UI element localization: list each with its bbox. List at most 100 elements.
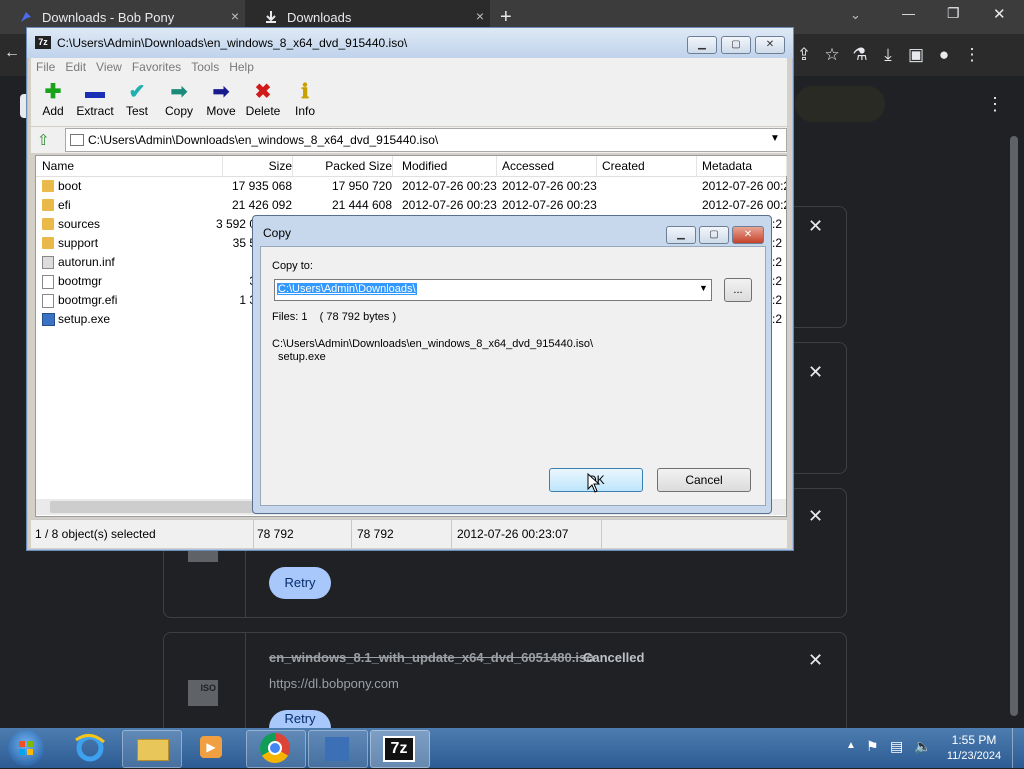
download-url[interactable]: https://dl.bobpony.com (269, 676, 399, 691)
7zip-icon[interactable]: 7z (370, 730, 430, 768)
menu-view[interactable]: View (91, 58, 127, 76)
menu-help[interactable]: Help (224, 58, 259, 76)
media-player-icon[interactable]: ▶ (188, 732, 236, 764)
add-icon: ✚ (44, 81, 62, 103)
window-restore-button[interactable]: ❐ (947, 5, 960, 22)
extract-button[interactable]: ▬ Extract (73, 80, 117, 118)
scrollbar-thumb[interactable] (1010, 136, 1018, 716)
clock-date[interactable]: 11/23/2024 (944, 750, 1004, 762)
menu-icon[interactable]: ⋮ (958, 45, 986, 65)
folder-icon (42, 180, 54, 192)
download-filename[interactable]: en_windows_8.1_with_update_x64_dvd_60514… (269, 650, 594, 665)
path-text: C:\Users\Admin\Downloads\en_windows_8_x6… (88, 133, 439, 147)
dialog-minimize-button[interactable]: ▁ (666, 226, 696, 244)
tab-close-icon[interactable]: × (476, 8, 484, 24)
path-dropdown-icon[interactable]: ▼ (770, 133, 780, 144)
destination-path-value: C:\Users\Admin\Downloads\ (277, 283, 417, 295)
test-icon: ✔ (128, 81, 146, 103)
remove-download-icon[interactable]: ✕ (808, 506, 823, 527)
more-actions-icon[interactable]: ⋮ (986, 94, 1004, 115)
download-status: Cancelled (583, 650, 645, 665)
files-info: Files: 1 ( 78 792 bytes ) (272, 311, 397, 323)
star-icon[interactable]: ☆ (818, 45, 846, 65)
list-header: Name Size Packed Size Modified Accessed … (36, 156, 787, 177)
chrome-icon[interactable] (246, 730, 306, 768)
col-name[interactable]: Name (42, 156, 223, 176)
dialog-maximize-button[interactable]: ▢ (699, 226, 729, 244)
col-accessed[interactable]: Accessed (502, 156, 597, 176)
explorer-icon[interactable] (122, 730, 182, 768)
search-downloads-field[interactable] (795, 86, 885, 122)
delete-icon: ✖ (254, 81, 272, 103)
col-size[interactable]: Size (226, 156, 293, 176)
browse-button[interactable]: ... (724, 278, 752, 302)
file-icon (42, 294, 54, 308)
delete-button[interactable]: ✖ Delete (241, 80, 285, 118)
labs-icon[interactable]: ⚗ (846, 45, 874, 65)
cancel-button[interactable]: Cancel (657, 468, 751, 492)
menu-tools[interactable]: Tools (186, 58, 224, 76)
selected-size: 78 792 (257, 527, 294, 541)
remove-download-icon[interactable]: ✕ (808, 362, 823, 383)
col-created[interactable]: Created (602, 156, 697, 176)
action-center-flag-icon[interactable]: ⚑ (866, 738, 879, 755)
up-folder-icon[interactable]: ⇧ (37, 131, 55, 149)
new-tab-button[interactable]: + (500, 6, 512, 29)
add-button[interactable]: ✚ Add (31, 80, 75, 118)
clock-time[interactable]: 1:55 PM (944, 733, 1004, 747)
windows-taskbar: ▶ 7z ▲ ⚑ ▤ 🔈 1:55 PM 11/23/2024 (0, 728, 1024, 768)
folder-icon (42, 218, 54, 230)
back-icon[interactable]: ← (4, 44, 20, 62)
scrollbar-thumb[interactable] (50, 501, 260, 513)
address-bar: ⇧ C:\Users\Admin\Downloads\en_windows_8_… (31, 127, 787, 153)
close-button[interactable]: ✕ (755, 36, 785, 54)
minimize-button[interactable]: ▁ (687, 36, 717, 54)
move-button[interactable]: ➡ Move (199, 80, 243, 118)
7zip-titlebar[interactable]: 7z C:\Users\Admin\Downloads\en_windows_8… (27, 28, 793, 58)
menu-favorites[interactable]: Favorites (127, 58, 186, 76)
dialog-close-button[interactable]: ✕ (732, 226, 764, 244)
destination-path-combobox[interactable]: C:\Users\Admin\Downloads\ ▼ (274, 279, 712, 301)
show-desktop-button[interactable] (1012, 728, 1024, 768)
remove-download-icon[interactable]: ✕ (808, 650, 823, 671)
network-icon[interactable]: ▤ (890, 738, 903, 755)
start-button[interactable] (8, 730, 44, 766)
page-scrollbar[interactable] (1008, 136, 1020, 726)
tab-title: Downloads (287, 9, 352, 25)
download-icon[interactable]: ⤓ (874, 45, 902, 65)
volume-muted-icon[interactable]: 🔈 (914, 738, 931, 755)
window-close-button[interactable]: ✕ (993, 5, 1006, 23)
tray-expand-icon[interactable]: ▲ (846, 740, 856, 751)
dialog-title: Copy (263, 226, 292, 240)
installer-icon[interactable] (308, 730, 368, 768)
test-button[interactable]: ✔ Test (115, 80, 159, 118)
bob-pony-favicon-icon (18, 9, 34, 25)
remove-download-icon[interactable]: ✕ (808, 216, 823, 237)
col-modified[interactable]: Modified (402, 156, 497, 176)
window-minimize-button[interactable]: — (902, 6, 915, 21)
tab-search-icon[interactable]: ⌄ (850, 7, 861, 23)
move-icon: ➡ (212, 81, 230, 103)
destination-dropdown-icon[interactable]: ▼ (699, 283, 708, 293)
path-combobox[interactable]: C:\Users\Admin\Downloads\en_windows_8_x6… (65, 128, 787, 152)
retry-button[interactable]: Retry (269, 710, 331, 728)
col-packed-size[interactable]: Packed Size (294, 156, 393, 176)
share-icon[interactable]: ⇪ (790, 45, 818, 65)
menu-edit[interactable]: Edit (60, 58, 91, 76)
ie-icon[interactable] (66, 732, 114, 764)
list-item[interactable]: efi 21 426 092 21 444 608 2012-07-26 00:… (36, 196, 786, 215)
info-button[interactable]: ℹ Info (283, 80, 327, 118)
profile-icon[interactable]: ● (930, 45, 958, 65)
folder-icon (42, 237, 54, 249)
tab-close-icon[interactable]: × (231, 8, 239, 24)
sidebar-icon[interactable]: ▣ (902, 45, 930, 65)
list-item[interactable]: boot 17 935 068 17 950 720 2012-07-26 00… (36, 177, 786, 196)
copy-dialog: Copy ▁ ▢ ✕ Copy to: C:\Users\Admin\Downl… (252, 215, 772, 514)
menu-file[interactable]: File (31, 58, 60, 76)
windows-logo-icon (19, 741, 33, 755)
retry-button[interactable]: Retry (269, 567, 331, 599)
maximize-button[interactable]: ▢ (721, 36, 751, 54)
col-metadata-changed[interactable]: Metadata Cha... (702, 156, 787, 176)
copy-button[interactable]: ➡ Copy (157, 80, 201, 118)
drive-icon (70, 134, 84, 146)
